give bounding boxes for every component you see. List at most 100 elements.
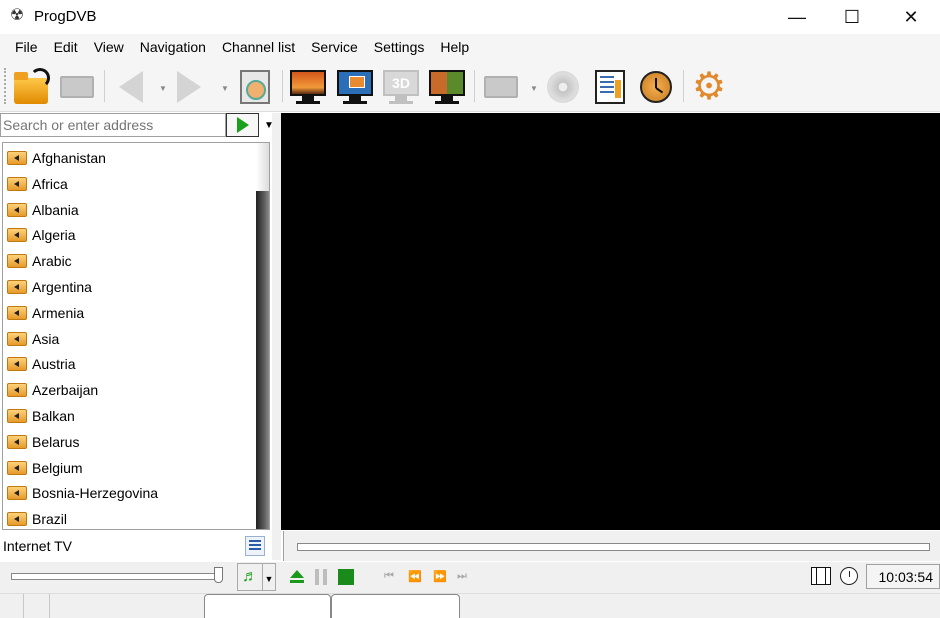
list-item-label: Bosnia-Herzegovina [32,485,159,502]
list-item-label: Austria [32,356,76,373]
disc-button [544,68,582,106]
list-item[interactable]: Albania [7,198,79,222]
scrollbar-thumb[interactable] [256,191,269,529]
volume-slider[interactable] [11,573,218,580]
list-item[interactable]: Balkan [7,404,75,428]
audio-track-button[interactable]: ♬ [237,563,263,591]
toolbar-grip[interactable] [4,68,7,104]
scheduler-button[interactable] [637,68,675,106]
forward-button [170,68,208,106]
folder-icon [7,280,27,294]
list-item[interactable]: Belgium [7,456,83,480]
menu-edit[interactable]: Edit [46,39,86,55]
seek-bar[interactable] [297,543,930,551]
minimize-button[interactable]: — [768,0,826,34]
list-item-label: Armenia [32,304,85,321]
list-item[interactable]: Brazil [7,507,67,529]
menu-navigation[interactable]: Navigation [132,39,214,55]
folder-icon [7,228,27,243]
menu-file[interactable]: File [6,39,46,55]
maximize-button[interactable]: ☐ [823,0,881,34]
3d-mode-button: 3D [382,68,420,106]
volume-slider-knob[interactable] [214,567,223,583]
toolbar-separator [282,70,283,102]
app-logo-icon: ☢ [9,7,25,24]
list-scrollbar[interactable] [256,143,269,529]
folder-icon [7,331,27,346]
equalizer-button[interactable] [811,567,831,585]
video-display[interactable] [281,113,940,530]
list-item[interactable]: Armenia [7,301,84,325]
forward-dropdown-icon: ▼ [221,84,229,93]
pip-button[interactable] [336,68,374,106]
fullscreen-button[interactable] [289,68,327,106]
list-item[interactable]: Belarus [7,430,79,454]
record-list-button [482,68,520,106]
menu-help[interactable]: Help [432,39,477,55]
toolbar-separator [683,70,684,102]
settings-button[interactable]: ⚙ [690,68,728,106]
toolbar-separator [474,70,475,102]
mosaic-button[interactable] [428,68,466,106]
stop-button[interactable] [338,569,354,585]
back-dropdown-icon: ▼ [159,84,167,93]
open-button[interactable] [12,68,50,106]
panel-splitter[interactable] [272,113,281,560]
list-item[interactable]: Asia [7,327,59,351]
list-item[interactable]: Bosnia-Herzegovina [7,481,158,505]
recordings-button [58,68,96,106]
folder-icon [7,512,27,527]
window-title: ProgDVB [34,8,97,25]
channel-search-button[interactable] [236,68,274,106]
list-item[interactable]: Azerbaijan [7,378,98,402]
go-button[interactable] [226,113,259,137]
close-button[interactable]: ✕ [882,0,940,34]
folder-icon [7,383,27,398]
arrow-right-icon [177,71,201,103]
list-item[interactable]: Algeria [7,223,76,247]
menu-view[interactable]: View [86,39,132,55]
list-item-label: Argentina [32,279,92,295]
list-item[interactable]: Arabic [7,249,72,273]
toolbar: ▼ ▼ 3D ▼ ⚙ [0,60,940,112]
group-list-button[interactable] [245,536,265,556]
timer-icon[interactable] [840,567,858,585]
monitor-pip-icon [337,70,373,104]
folder-icon [7,254,27,269]
skip-forward-button[interactable]: ⏭ [457,570,467,583]
fast-forward-button[interactable]: ⏩ [433,570,447,583]
menu-channel-list[interactable]: Channel list [214,39,303,55]
pause-button[interactable] [315,569,327,585]
film-icon [484,76,518,98]
status-bar [0,593,940,618]
folder-icon [7,151,27,165]
rewind-button[interactable]: ⏪ [408,570,422,583]
audio-dropdown-button[interactable]: ▼ [263,563,276,591]
toolbar-separator [104,70,105,102]
play-icon [236,117,249,133]
skip-back-button[interactable]: ⏮ [384,570,394,583]
list-item[interactable]: Africa [7,172,68,196]
eject-button[interactable] [290,570,304,584]
menu-service[interactable]: Service [303,39,366,55]
menu-settings[interactable]: Settings [366,39,433,55]
monitor-mosaic-icon [429,70,465,104]
list-item-label: Belarus [32,433,80,450]
clock-display: 10:03:54 [866,564,940,589]
film-icon [60,76,94,98]
scrollbar-track[interactable] [256,143,269,191]
folder-icon [7,460,27,475]
folder-icon [7,357,27,372]
info-icon [595,70,625,104]
channel-list: Afghanistan Africa Albania Algeria Arabic Arg… [2,142,270,530]
epg-info-button[interactable] [591,68,629,106]
search-input[interactable] [0,113,226,137]
menu-bar: File Edit View Navigation Channel list S… [0,34,940,60]
list-item-label: Asia [32,330,60,347]
monitor-3d-icon: 3D [383,70,419,104]
list-item[interactable]: Austria [7,352,76,376]
back-button [112,68,150,106]
list-item[interactable]: Argentina [7,275,92,299]
list-item[interactable]: Afghanistan [7,146,106,170]
list-item-label: Afghanistan [32,150,106,166]
